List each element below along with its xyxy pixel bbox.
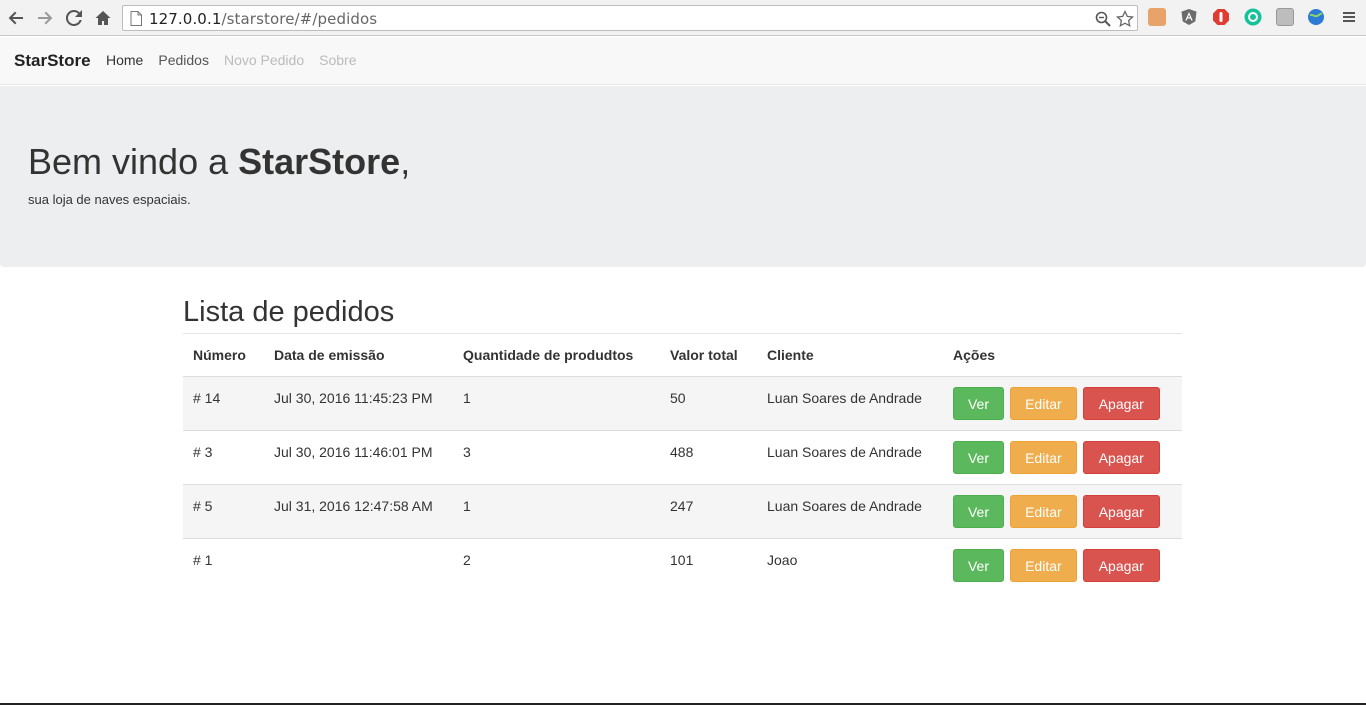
table-row: # 5 Jul 31, 2016 12:47:58 AM 1 247 Luan … xyxy=(183,484,1182,538)
order-date: Jul 31, 2016 12:47:58 AM xyxy=(274,497,433,514)
order-date xyxy=(264,538,453,592)
welcome-title-brand: StarStore xyxy=(238,141,401,182)
order-client: Luan Soares de Andrade xyxy=(767,443,922,460)
order-client: Joao xyxy=(767,551,798,568)
order-number: # 3 xyxy=(193,443,213,460)
star-icon[interactable] xyxy=(1116,10,1134,28)
order-total: 50 xyxy=(670,389,686,406)
welcome-title-prefix: Bem vindo a xyxy=(28,141,239,182)
jumbotron: Bem vindo a StarStore, sua loja de naves… xyxy=(0,86,1366,267)
globe-icon[interactable] xyxy=(1307,8,1325,26)
navbar: StarStore Home Pedidos Novo Pedido Sobre xyxy=(0,37,1366,85)
order-number: # 14 xyxy=(193,389,221,406)
column-header-valor: Valor total xyxy=(660,334,757,377)
view-button[interactable]: Ver xyxy=(953,386,1004,420)
adblock-icon[interactable] xyxy=(1212,8,1230,26)
table-row: # 3 Jul 30, 2016 11:46:01 PM 3 488 Luan … xyxy=(183,430,1182,484)
url-path: /starstore/#/pedidos xyxy=(221,10,378,28)
delete-button[interactable]: Apagar xyxy=(1082,440,1160,474)
order-quantity: 1 xyxy=(463,497,471,514)
order-actions: Ver Editar Apagar xyxy=(943,376,1182,430)
edit-button[interactable]: Editar xyxy=(1009,494,1077,528)
order-date: Jul 30, 2016 11:46:01 PM xyxy=(274,443,433,460)
delete-button[interactable]: Apagar xyxy=(1082,548,1160,582)
orders-table: Número Data de emissão Quantidade de pro… xyxy=(183,334,1182,592)
column-header-cliente: Cliente xyxy=(757,334,943,377)
edit-button[interactable]: Editar xyxy=(1009,548,1077,582)
zoom-icon[interactable] xyxy=(1095,11,1111,27)
nav-link-sobre[interactable]: Sobre xyxy=(319,52,356,68)
nav-links: Home Pedidos Novo Pedido Sobre xyxy=(106,52,356,68)
column-header-numero: Número xyxy=(183,334,264,377)
page-icon xyxy=(130,11,142,26)
url-text: 127.0.0.1/starstore/#/pedidos xyxy=(149,10,377,28)
table-header-row: Número Data de emissão Quantidade de pro… xyxy=(183,334,1182,377)
address-bar[interactable]: 127.0.0.1/starstore/#/pedidos xyxy=(122,5,1138,31)
order-quantity: 3 xyxy=(463,443,471,460)
table-row: # 1 2 101 Joao Ver Editar Apagar xyxy=(183,538,1182,592)
order-total: 247 xyxy=(670,497,694,514)
menu-icon[interactable] xyxy=(1340,8,1358,26)
edit-button[interactable]: Editar xyxy=(1009,386,1077,420)
home-icon[interactable] xyxy=(92,7,114,29)
welcome-subtitle: sua loja de naves espaciais. xyxy=(28,192,191,207)
order-total: 488 xyxy=(670,443,694,460)
order-client: Luan Soares de Andrade xyxy=(767,497,922,514)
order-number: # 1 xyxy=(193,551,213,568)
delete-button[interactable]: Apagar xyxy=(1082,386,1160,420)
view-button[interactable]: Ver xyxy=(953,548,1004,582)
forward-icon[interactable] xyxy=(34,7,56,29)
column-header-acoes: Ações xyxy=(943,334,1182,377)
extension-icon-1[interactable] xyxy=(1148,8,1166,26)
order-actions: Ver Editar Apagar xyxy=(943,484,1182,538)
order-number: # 5 xyxy=(193,497,213,514)
url-host: 127.0.0.1 xyxy=(149,10,222,28)
reload-icon[interactable] xyxy=(63,7,85,29)
welcome-title: Bem vindo a StarStore, xyxy=(28,141,410,183)
angular-icon[interactable] xyxy=(1180,8,1198,26)
table-row: # 14 Jul 30, 2016 11:45:23 PM 1 50 Luan … xyxy=(183,376,1182,430)
browser-toolbar: 127.0.0.1/starstore/#/pedidos xyxy=(0,0,1366,36)
navbar-brand[interactable]: StarStore xyxy=(14,51,91,71)
order-actions: Ver Editar Apagar xyxy=(943,430,1182,484)
edit-button[interactable]: Editar xyxy=(1009,440,1077,474)
nav-link-home[interactable]: Home xyxy=(106,52,143,68)
extension-icon-2[interactable] xyxy=(1276,8,1294,26)
nav-link-pedidos[interactable]: Pedidos xyxy=(158,52,209,68)
column-header-data: Data de emissão xyxy=(264,334,453,377)
view-button[interactable]: Ver xyxy=(953,494,1004,528)
back-icon[interactable] xyxy=(5,7,27,29)
delete-button[interactable]: Apagar xyxy=(1082,494,1160,528)
order-quantity: 2 xyxy=(463,551,471,568)
orders-section: Lista de pedidos Número Data de emissão … xyxy=(183,290,1182,592)
page-title: Lista de pedidos xyxy=(183,290,1182,334)
order-client: Luan Soares de Andrade xyxy=(767,389,922,406)
order-total: 101 xyxy=(670,551,694,568)
grammarly-icon[interactable] xyxy=(1244,8,1262,26)
order-quantity: 1 xyxy=(463,389,471,406)
nav-link-novo-pedido[interactable]: Novo Pedido xyxy=(224,52,304,68)
order-date: Jul 30, 2016 11:45:23 PM xyxy=(274,389,433,406)
column-header-quantidade: Quantidade de produdtos xyxy=(453,334,660,377)
view-button[interactable]: Ver xyxy=(953,440,1004,474)
welcome-title-suffix: , xyxy=(400,141,411,182)
order-actions: Ver Editar Apagar xyxy=(943,538,1182,592)
